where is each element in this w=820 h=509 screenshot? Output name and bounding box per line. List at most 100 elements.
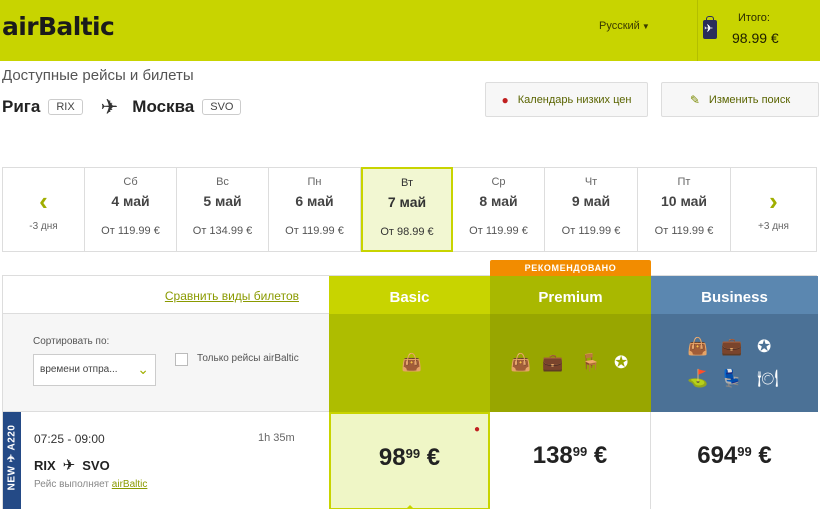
price-currency: € bbox=[758, 442, 772, 469]
plane-icon: ✈ bbox=[100, 95, 119, 119]
top-header: airBaltic Русский▼ Итого: 98.99 € bbox=[0, 0, 820, 61]
operated-by: Рейс выполняет airBaltic bbox=[34, 479, 147, 490]
fare-class-icons: 👜 bbox=[329, 314, 490, 412]
next-days-button[interactable]: › +3 дня bbox=[731, 168, 816, 251]
only-airbaltic-checkbox[interactable] bbox=[175, 353, 188, 366]
date-cell[interactable]: Пн 6 май От 119.99 € bbox=[269, 168, 361, 251]
edit-search-button[interactable]: ✎ Изменить поиск bbox=[661, 82, 819, 117]
price-cents: 99 bbox=[572, 444, 588, 459]
recommended-badge: РЕКОМЕНДОВАНО bbox=[490, 260, 651, 276]
price-currency: € bbox=[426, 444, 441, 471]
chevron-down-icon: ⌄ bbox=[137, 361, 149, 377]
meal-icon: 🍽 bbox=[757, 369, 779, 388]
low-fare-calendar-button[interactable]: ● Календарь низких цен bbox=[485, 82, 648, 117]
date-cell[interactable]: Вс 5 май От 134.99 € bbox=[177, 168, 269, 251]
chevron-right-icon: › bbox=[769, 186, 778, 216]
date-day: 10 май bbox=[660, 193, 708, 209]
date-weekday: Вс bbox=[216, 176, 229, 188]
origin-code: RIX bbox=[48, 99, 83, 115]
date-weekday: Ср bbox=[491, 176, 506, 188]
header-divider bbox=[697, 0, 698, 61]
date-weekday: Чт bbox=[584, 176, 598, 188]
fare-class-premium[interactable]: Premium 👜 💼 🪑 ✪ bbox=[490, 276, 651, 412]
date-day: 4 май bbox=[111, 193, 150, 209]
price-main: 98 bbox=[378, 444, 406, 471]
fare-class-business[interactable]: Business 👜 💼 ✪ ⛳ 💺 🍽 bbox=[651, 276, 818, 412]
date-day: 6 май bbox=[295, 193, 334, 209]
date-cell[interactable]: Ср 8 май От 119.99 € bbox=[453, 168, 545, 251]
low-price-icon: ● bbox=[473, 424, 480, 435]
origin-city: Рига bbox=[2, 97, 41, 116]
sort-select[interactable]: времени отпра... ⌄ bbox=[33, 354, 156, 386]
date-day: 9 май bbox=[571, 193, 611, 209]
airbaltic-logo[interactable]: airBaltic bbox=[2, 12, 115, 41]
date-price: От 98.99 € bbox=[380, 226, 434, 238]
sort-label: Сортировать по: bbox=[33, 336, 110, 347]
route-summary: Рига RIX ✈ Москва SVO bbox=[2, 95, 242, 119]
price-value: 13899 € bbox=[490, 442, 650, 470]
total-value: 98.99 € bbox=[732, 30, 779, 46]
sort-panel: Сортировать по: времени отпра... ⌄ Тольк… bbox=[3, 314, 329, 412]
date-price: От 134.99 € bbox=[192, 225, 253, 237]
date-day: 5 май bbox=[203, 193, 242, 209]
date-cell-selected[interactable]: Вт 7 май От 98.99 € bbox=[361, 167, 453, 252]
price-cents: 99 bbox=[405, 446, 421, 461]
date-price: От 119.99 € bbox=[285, 225, 344, 237]
badge-text: NEW ✈ A220 bbox=[6, 424, 18, 491]
date-price: От 119.99 € bbox=[654, 225, 714, 237]
flight-to: SVO bbox=[82, 457, 110, 473]
date-price: От 119.99 € bbox=[561, 225, 621, 237]
handbag-icon: 👜 bbox=[510, 353, 532, 372]
bag-plane-icon[interactable] bbox=[703, 16, 717, 39]
date-price: От 119.99 € bbox=[469, 225, 528, 237]
date-strip: ‹ -3 дня Сб 4 май От 119.99 € Вс 5 май О… bbox=[2, 167, 817, 252]
flight-time: 07:25 - 09:00 bbox=[34, 432, 105, 446]
date-weekday: Сб bbox=[123, 176, 138, 188]
lounge-chair-icon: 💺 bbox=[721, 369, 743, 388]
language-selector[interactable]: Русский ▼ bbox=[599, 20, 650, 32]
operator-link[interactable]: airBaltic bbox=[112, 479, 148, 490]
next-days-label: +3 дня bbox=[758, 221, 789, 232]
handbag-icon: 👜 bbox=[687, 337, 709, 356]
price-basic[interactable]: ● 9899 € bbox=[329, 412, 490, 509]
language-label: Русский bbox=[599, 20, 640, 32]
price-business[interactable]: 69499 € bbox=[651, 412, 818, 509]
date-cell[interactable]: Сб 4 май От 119.99 € bbox=[85, 168, 177, 251]
operated-by-prefix: Рейс выполняет bbox=[34, 479, 112, 490]
price-premium[interactable]: 13899 € bbox=[490, 412, 651, 509]
date-cell[interactable]: Пт 10 май От 119.99 € bbox=[638, 168, 731, 251]
date-cell[interactable]: Чт 9 май От 119.99 € bbox=[545, 168, 638, 251]
price-value: 9899 € bbox=[331, 444, 488, 472]
flight-duration: 1h 35m bbox=[258, 432, 295, 444]
prev-days-button[interactable]: ‹ -3 дня bbox=[3, 168, 85, 251]
plane-icon: ✈ bbox=[62, 457, 76, 474]
low-fare-calendar-label: Календарь низких цен bbox=[517, 93, 632, 106]
fare-class-title: Basic bbox=[329, 276, 490, 314]
price-main: 138 bbox=[532, 442, 573, 469]
fare-class-icons: 👜 💼 ✪ ⛳ 💺 🍽 bbox=[651, 314, 818, 412]
page-title: Доступные рейсы и билеты bbox=[2, 67, 194, 84]
date-weekday: Вт bbox=[400, 177, 413, 189]
chevron-down-icon: ▼ bbox=[641, 22, 650, 31]
date-day: 8 май bbox=[479, 193, 518, 209]
seat-icon: 🪑 bbox=[580, 353, 602, 372]
price-main: 694 bbox=[697, 442, 738, 469]
fare-class-basic[interactable]: Basic 👜 bbox=[329, 276, 490, 412]
sort-select-value: времени отпра... bbox=[40, 364, 118, 375]
suitcase-icon: 💼 bbox=[542, 353, 564, 372]
handbag-icon: 👜 bbox=[401, 353, 423, 372]
notch-marker bbox=[405, 505, 415, 509]
star-icon: ✪ bbox=[757, 337, 772, 356]
price-currency: € bbox=[593, 442, 608, 469]
only-airbaltic-label: Только рейсы airBaltic bbox=[197, 353, 299, 364]
date-price: От 119.99 € bbox=[101, 225, 160, 237]
suitcase-icon: 💼 bbox=[721, 337, 743, 356]
star-icon: ✪ bbox=[614, 353, 629, 372]
date-day: 7 май bbox=[387, 194, 427, 210]
date-weekday: Пт bbox=[677, 176, 691, 188]
flight-from: RIX bbox=[34, 457, 56, 473]
compare-fares-link[interactable]: Сравнить виды билетов bbox=[165, 289, 299, 303]
fare-class-icons: 👜 💼 🪑 ✪ bbox=[490, 314, 651, 412]
price-cents: 99 bbox=[737, 444, 752, 459]
total-label: Итого: bbox=[738, 12, 770, 24]
